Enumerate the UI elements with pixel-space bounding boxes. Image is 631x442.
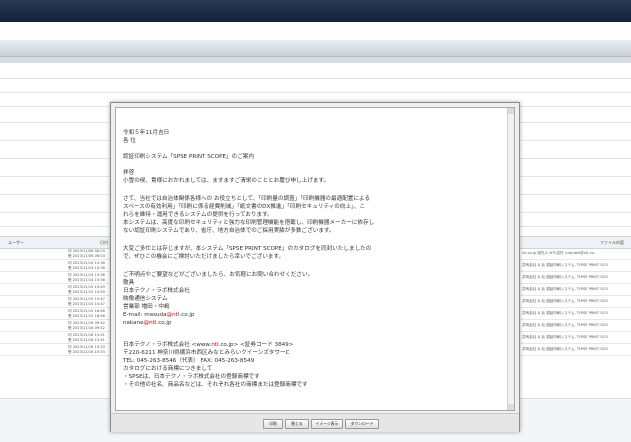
letter-paragraph: 本システムは、高度な印刷セキュリティと強力な印刷管理機能を搭載し、印刷機器メーカ… <box>123 220 375 226</box>
signature-suffix: .co.jp> <証券コード 3849> <box>218 342 294 348</box>
trademark-note: ・SPSEは、日本テクノ・ラボ株式会社の登録商標です <box>123 374 260 380</box>
column-header-date[interactable]: 日付 <box>100 240 108 246</box>
letter-paragraph: さて、当社では自治体関係各様への お役立ちとして、「印刷量の調査」「印刷機器の最… <box>123 196 371 202</box>
email-suffix: .co.jp <box>156 320 172 326</box>
row-file: 共有会社 & 社 認証印刷システム「SPSE PRINT SCO <box>522 335 608 339</box>
letter-closing: 敬具 <box>123 280 135 286</box>
header-spacer <box>0 22 631 40</box>
letter-greeting: 拝啓 <box>123 170 135 176</box>
letter-paragraph: 大変ご多忙とは存じますが、本システム「SPSE PRINT SCOPE」のカタロ… <box>123 246 372 252</box>
column-header-user[interactable]: ユーザー <box>8 240 24 246</box>
email-suffix: .co.jp <box>179 312 195 318</box>
phone-fax: TEL: 045-263-8546（代表） FAX: 045-263-8549 <box>123 358 255 364</box>
row-file: 共有会社 & 社 認証印刷システム「SPSE PRINT SCO <box>522 263 608 267</box>
row-file: ntl.co.jp 宛先人 NTL送付 <randsh@ntl.co. <box>522 251 595 255</box>
row-file: 共有会社 & 社 認証印刷システム「SPSE PRINT SCO <box>522 287 608 291</box>
row-date-received: 受 2023/11/15 15:47 <box>68 302 105 306</box>
email-domain: @ntl <box>166 312 180 318</box>
divider <box>0 92 631 93</box>
row-date-received: 受 2023/11/15 15:49 <box>68 290 105 294</box>
letter-salutation: 各 位 <box>123 138 136 144</box>
letter-paragraph: ない認証印刷システムであり、省庁、地方自治体でのご採用実績が多数ございます。 <box>123 228 335 234</box>
vertical-scrollbar[interactable] <box>507 108 514 410</box>
contact-person: 営業部 増田・中嶋 <box>123 304 170 310</box>
app-header-bar <box>0 0 631 22</box>
contact-email: E-mail: masuda@ntl.co.jp <box>123 312 194 319</box>
letter-subject: 認証印刷システム「SPSE PRINT SCOPE」のご案内 <box>123 154 254 160</box>
row-file: 共有会社 & 社 認証印刷システム「SPSE PRINT SCO <box>522 275 608 279</box>
email-local: E-mail: masuda <box>123 312 167 318</box>
letter-paragraph: れらを維持・運用できるシステムの提供を行っております。 <box>123 212 273 218</box>
letter-date: 令和５年11月吉日 <box>123 130 170 136</box>
letter-paragraph: ご不明点やご要望などがございましたら、お気軽にお問い合わせください。 <box>123 272 314 278</box>
image-view-button[interactable]: イメージ表示 <box>311 419 343 429</box>
letter-paragraph: スペースの有効利用」「印刷に係る経費削減」「紙文書のDX推進」「印刷セキュリティ… <box>123 204 366 210</box>
contact-email-2: nakane@ntl.co.jp <box>123 320 171 327</box>
row-date-received: 受 2023/11/14 15:36 <box>68 266 105 270</box>
company-name: 日本テクノ・ラボ株式会社 <box>123 288 190 294</box>
trademark-heading: カタログにおける商標につきまして <box>123 366 213 372</box>
row-file: 共有会社 & 社 認証印刷システム「SPSE PRINT SCO <box>522 347 608 351</box>
trademark-note: ・その他の社名、商品名などは、それぞれ各社の商標または登録商標です <box>123 382 308 388</box>
department: 映像通信システム <box>123 296 168 302</box>
row-file: 共有会社 & 社 認証印刷システム「SPSE PRINT SCO <box>522 323 608 327</box>
signature-prefix: 日本テクノ・ラボ株式会社 <www. <box>123 342 212 348</box>
close-button[interactable]: 閉じる <box>285 419 309 429</box>
divider <box>0 78 631 79</box>
column-header-file[interactable]: ファイル内容 <box>600 240 624 246</box>
letter-paragraph: で、ぜひこの機会にご検討いただけましたら幸いでございます。 <box>123 254 285 260</box>
download-button[interactable]: ダウンロード <box>345 419 379 429</box>
toolbar-shadow <box>0 57 631 63</box>
letter-content[interactable]: 令和５年11月吉日 各 位 認証印刷システム「SPSE PRINT SCOPE」… <box>115 107 515 411</box>
row-file: 共有会社 & 社 認証印刷システム「SPSE PRINT SCO <box>522 299 608 303</box>
toolbar <box>0 40 631 57</box>
dialog-footer: 印刷 閉じる イメージ表示 ダウンロード <box>111 413 519 432</box>
row-date-received: 受 2023/11/06 06:03 <box>68 254 105 258</box>
address: 〒220-6211 神奈川県横浜市西区みなとみらいクイーンズタワーC <box>123 350 290 356</box>
row-date-received: 受 2023/11/16 15:33 <box>68 350 105 354</box>
print-button[interactable]: 印刷 <box>263 419 283 429</box>
row-file: 共有会社 & 社 認証印刷システム「SPSE PRINT SCO <box>522 311 608 315</box>
row-date-received: 受 2023/11/14 15:36 <box>68 278 105 282</box>
document-preview-dialog: 令和５年11月吉日 各 位 認証印刷システム「SPSE PRINT SCOPE」… <box>110 102 520 432</box>
scroll-down-arrow-icon[interactable] <box>508 404 514 410</box>
row-date-received: 受 2023/11/16 15:41 <box>68 338 105 342</box>
row-date-received: 受 2023/11/15 16:46 <box>68 314 105 318</box>
signature-domain: ntl <box>211 342 219 348</box>
signature-line: 日本テクノ・ラボ株式会社 <www.ntl.co.jp> <証券コード 3849… <box>123 342 293 349</box>
email-local: nakane <box>123 320 144 326</box>
scroll-up-arrow-icon[interactable] <box>508 108 514 114</box>
letter-greeting-text: 小雪の候、貴様におかれましては、ますますご清栄のこととお慶び申し上げます。 <box>123 178 330 184</box>
email-domain: @ntl <box>143 320 157 326</box>
row-date-received: 受 2023/11/16 09:42 <box>68 326 105 330</box>
